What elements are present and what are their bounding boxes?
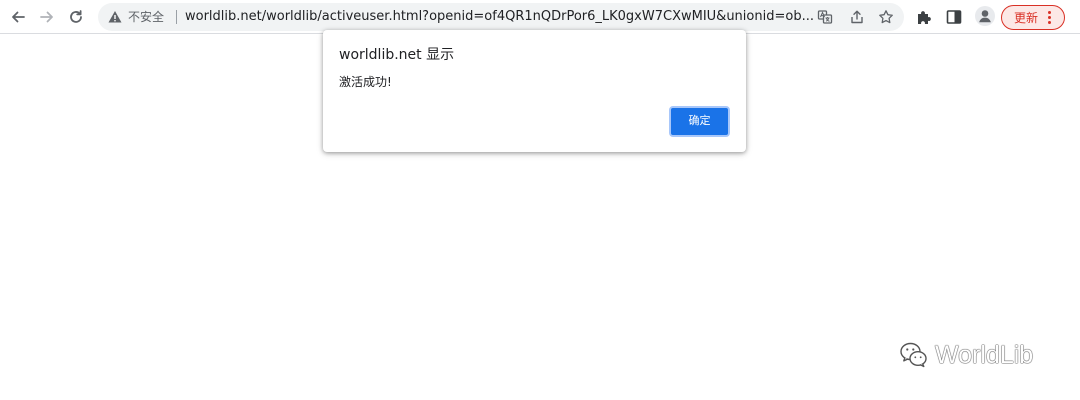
bookmark-star-icon[interactable] bbox=[878, 9, 894, 25]
address-bar[interactable]: 不安全 worldlib.net/worldlib/activeuser.htm… bbox=[98, 3, 904, 31]
security-status-label[interactable]: 不安全 bbox=[128, 9, 164, 25]
more-menu-icon[interactable] bbox=[1048, 11, 1052, 25]
extensions-puzzle-icon[interactable] bbox=[915, 8, 933, 26]
profile-avatar[interactable] bbox=[975, 6, 995, 26]
watermark: WorldLib bbox=[899, 337, 1033, 373]
reload-icon bbox=[70, 10, 82, 23]
wechat-icon bbox=[900, 342, 927, 368]
browser-toolbar: 不安全 worldlib.net/worldlib/activeuser.htm… bbox=[0, 0, 1080, 34]
forward-button[interactable] bbox=[35, 5, 59, 29]
person-icon bbox=[979, 10, 991, 23]
omnibox-divider bbox=[176, 10, 177, 24]
url-text[interactable]: worldlib.net/worldlib/activeuser.html?op… bbox=[185, 9, 815, 25]
arrow-left-icon bbox=[12, 11, 25, 23]
update-button[interactable]: 更新 bbox=[1001, 5, 1065, 30]
reload-button[interactable] bbox=[64, 5, 88, 29]
arrow-right-icon bbox=[40, 11, 53, 23]
back-button[interactable] bbox=[6, 5, 30, 29]
dialog-title: worldlib.net 显示 bbox=[339, 47, 455, 63]
watermark-text: WorldLib bbox=[935, 341, 1034, 369]
side-panel-icon[interactable] bbox=[945, 8, 963, 26]
alert-dialog: worldlib.net 显示 激活成功! 确定 bbox=[323, 30, 746, 152]
dialog-message: 激活成功! bbox=[339, 75, 392, 89]
translate-icon[interactable] bbox=[817, 9, 833, 25]
ok-button[interactable]: 确定 bbox=[669, 106, 730, 137]
warning-icon[interactable] bbox=[108, 10, 122, 24]
update-label: 更新 bbox=[1014, 11, 1039, 25]
share-icon[interactable] bbox=[849, 9, 865, 25]
